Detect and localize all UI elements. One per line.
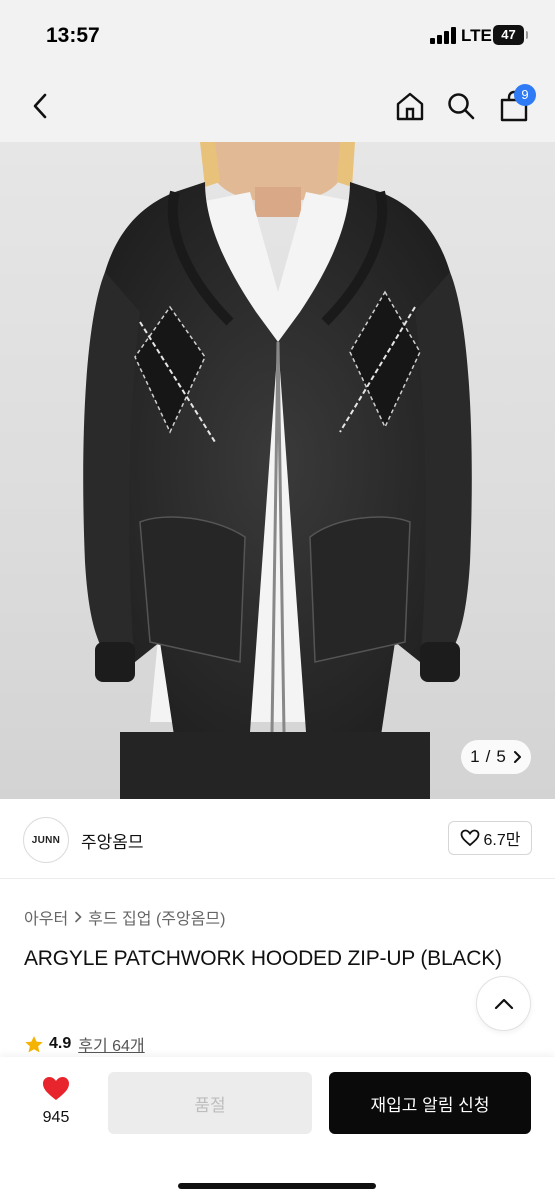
- status-bar: 13:57 LTE 47: [0, 0, 555, 70]
- product-photo: [83, 142, 472, 799]
- scroll-to-top-button[interactable]: [476, 976, 531, 1031]
- like-count: 6.7만: [483, 832, 521, 849]
- top-nav-bar: 9: [0, 70, 555, 142]
- review-link[interactable]: 후기 64개: [78, 1032, 144, 1056]
- home-indicator: [178, 1183, 376, 1189]
- brand-name[interactable]: 주앙옴므: [81, 828, 144, 853]
- star-icon: [25, 1035, 43, 1052]
- heart-filled-icon: [43, 1077, 69, 1100]
- image-total: 5: [496, 747, 506, 766]
- back-button[interactable]: [18, 84, 62, 128]
- product-image[interactable]: [0, 142, 555, 799]
- wishlist-button[interactable]: 945: [26, 1075, 86, 1127]
- image-separator: /: [485, 747, 491, 766]
- signal-icon: [430, 27, 456, 44]
- back-icon: [33, 93, 47, 119]
- breadcrumb: 아우터 후드 집업 (주앙옴므): [24, 905, 225, 929]
- breadcrumb-item[interactable]: 아우터: [24, 905, 68, 929]
- chevron-up-icon: [494, 998, 513, 1009]
- restock-alert-button[interactable]: 재입고 알림 신청: [329, 1072, 531, 1134]
- chevron-right-icon: [513, 751, 521, 763]
- soldout-button[interactable]: 품절: [108, 1072, 312, 1134]
- breadcrumb-item[interactable]: 후드 집업 (주앙옴므): [88, 905, 225, 929]
- home-button[interactable]: [388, 84, 432, 128]
- network-label: LTE: [461, 26, 492, 45]
- battery-icon: 47: [493, 25, 528, 45]
- chevron-right-icon: [75, 911, 82, 923]
- image-counter[interactable]: 1 / 5: [461, 740, 531, 774]
- status-time: 13:57: [46, 24, 100, 47]
- search-button[interactable]: [439, 84, 483, 128]
- cart-count-badge: 9: [514, 84, 536, 106]
- product-title: ARGYLE PATCHWORK HOODED ZIP-UP (BLACK): [24, 947, 502, 970]
- image-index: 1: [470, 747, 480, 766]
- brand-logo: JUNN: [23, 817, 69, 863]
- rating-row: 4.9 후기 64개: [24, 1032, 145, 1056]
- heart-outline-icon: [460, 829, 479, 847]
- cart-button[interactable]: 9: [492, 84, 536, 128]
- home-icon: [396, 92, 424, 121]
- wish-count: 945: [42, 1109, 70, 1126]
- brand-row[interactable]: JUNN 주앙옴므 6.7만: [0, 799, 555, 879]
- search-icon: [448, 93, 475, 120]
- rating-value: 4.9: [49, 1035, 72, 1052]
- bottom-action-bar: 945 품절 재입고 알림 신청: [0, 1057, 555, 1200]
- brand-like-button[interactable]: 6.7만: [448, 821, 532, 855]
